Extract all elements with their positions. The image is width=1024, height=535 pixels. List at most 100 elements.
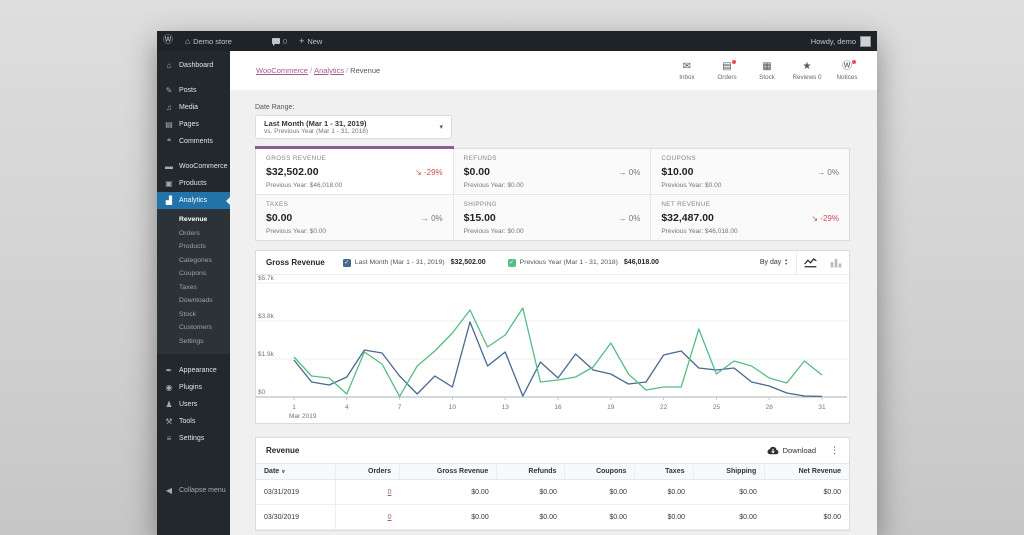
sidebar-item-analytics[interactable]: ▟Analytics <box>157 192 230 209</box>
svg-text:25: 25 <box>713 404 721 411</box>
submenu-item-revenue[interactable]: Revenue <box>157 213 230 227</box>
activity-panel: ✉Inbox▤Orders▦Stock★Reviews 0ⓌNotices <box>667 61 877 81</box>
tile-previous-value: Previous Year: $46,018.00 <box>266 182 443 189</box>
breadcrumb-analytics[interactable]: Analytics <box>314 66 344 75</box>
howdy-label[interactable]: Howdy, demo <box>811 37 856 46</box>
summary-tile-net-revenue[interactable]: NET REVENUE$32,487.00↘ -29%Previous Year… <box>651 195 849 240</box>
line-chart-toggle-button[interactable] <box>797 251 823 275</box>
users-icon: ♟ <box>163 400 175 409</box>
legend-checkbox-icon[interactable]: ✓ <box>343 259 351 267</box>
submenu-item-products[interactable]: Products <box>157 240 230 254</box>
site-name-link[interactable]: ⌂ Demo store <box>179 31 238 51</box>
submenu-item-taxes[interactable]: Taxes <box>157 281 230 295</box>
orders-count-link[interactable]: 0 <box>388 514 392 521</box>
sidebar-item-comments[interactable]: ❝Comments <box>157 133 230 150</box>
tile-label: REFUNDS <box>464 155 641 162</box>
summary-tile-shipping[interactable]: SHIPPING$15.00→ 0%Previous Year: $0.00 <box>454 195 652 240</box>
column-header-shipping[interactable]: Shipping <box>693 464 765 480</box>
submenu-item-orders[interactable]: Orders <box>157 227 230 241</box>
reviews-icon: ★ <box>803 61 812 73</box>
legend-item[interactable]: ✓Previous Year (Mar 1 - 31, 2018)$46,018… <box>508 259 659 267</box>
cell-amount: $0.00 <box>565 505 635 530</box>
submenu-item-stock[interactable]: Stock <box>157 308 230 322</box>
wordpress-logo-icon: Ⓦ <box>163 36 173 46</box>
sidebar-item-tools[interactable]: ⚒ Tools <box>157 413 230 430</box>
sidebar-item-woocommerce[interactable]: ▬WooCommerce <box>157 158 230 175</box>
svg-text:Mar 2019: Mar 2019 <box>289 413 317 420</box>
orders-count-link[interactable]: 0 <box>388 489 392 496</box>
interval-select[interactable]: By day ▲▼ <box>752 259 796 266</box>
cell-orders: 0 <box>335 505 399 530</box>
summary-tile-refunds[interactable]: REFUNDS$0.00→ 0%Previous Year: $0.00 <box>454 149 652 195</box>
bar-chart-toggle-button[interactable] <box>823 251 849 275</box>
activity-tab-label: Orders <box>717 74 736 81</box>
comment-bubble-icon <box>272 38 280 44</box>
plus-icon: + <box>299 36 304 46</box>
breadcrumb-revenue: Revenue <box>350 66 380 75</box>
sidebar-item-posts[interactable]: ✎Posts <box>157 82 230 99</box>
tile-value: $10.00 <box>661 166 693 178</box>
summary-tile-taxes[interactable]: TAXES$0.00→ 0%Previous Year: $0.00 <box>256 195 454 240</box>
breadcrumb: WooCommerce/Analytics/Revenue <box>230 66 380 75</box>
sidebar-item-label: Comments <box>179 138 213 145</box>
column-header-coupons[interactable]: Coupons <box>565 464 635 480</box>
activity-tab-orders[interactable]: ▤Orders <box>707 61 747 81</box>
chart-svg: $0$1.9k$3.8k$5.7k1471013161922252831Mar … <box>256 275 847 423</box>
sidebar-item-dashboard[interactable]: ⌂Dashboard <box>157 57 230 74</box>
date-range-secondary: vs. Previous Year (Mar 1 - 31, 2018) <box>264 128 439 135</box>
user-avatar[interactable] <box>860 36 871 47</box>
sidebar-item-pages[interactable]: ▤Pages <box>157 116 230 133</box>
submenu-item-coupons[interactable]: Coupons <box>157 267 230 281</box>
sidebar-item-users[interactable]: ♟Users <box>157 396 230 413</box>
cell-date: 03/31/2019 <box>256 480 335 505</box>
wp-admin-bar: Ⓦ ⌂ Demo store 0 + New Howdy, demo <box>157 31 877 51</box>
column-header-net-revenue[interactable]: Net Revenue <box>765 464 849 480</box>
comments-shortcut[interactable]: 0 <box>266 31 293 51</box>
legend-checkbox-icon[interactable]: ✓ <box>508 259 516 267</box>
column-header-orders[interactable]: Orders <box>335 464 399 480</box>
breadcrumb-woocommerce[interactable]: WooCommerce <box>256 66 308 75</box>
sidebar-item-label: Tools <box>179 418 195 425</box>
sidebar-item-plugins[interactable]: ◉Plugins <box>157 379 230 396</box>
submenu-item-downloads[interactable]: Downloads <box>157 294 230 308</box>
legend-item[interactable]: ✓Last Month (Mar 1 - 31, 2019)$32,502.00 <box>343 259 486 267</box>
media-icon: ♫ <box>163 103 175 112</box>
cell-amount: $0.00 <box>497 505 565 530</box>
sidebar-item-media[interactable]: ♫Media <box>157 99 230 116</box>
table-row: 03/31/20190$0.00$0.00$0.00$0.00$0.00$0.0… <box>256 480 849 505</box>
column-header-refunds[interactable]: Refunds <box>497 464 565 480</box>
dashboard-icon: ⌂ <box>163 61 175 70</box>
summary-tile-gross-revenue[interactable]: GROSS REVENUE$32,502.00↘ -29%Previous Ye… <box>256 149 454 195</box>
submenu-item-settings[interactable]: Settings <box>157 335 230 349</box>
activity-tab-inbox[interactable]: ✉Inbox <box>667 61 707 81</box>
column-header-date[interactable]: Date ∨ <box>256 464 335 480</box>
sidebar-item-label: Analytics <box>179 197 207 204</box>
activity-tab-label: Notices <box>837 74 858 81</box>
date-range-dropdown[interactable]: Last Month (Mar 1 - 31, 2019) vs. Previo… <box>255 115 452 139</box>
download-button[interactable]: Download <box>767 446 816 455</box>
sidebar-item-settings[interactable]: ≡Settings <box>157 430 230 447</box>
sidebar-item-products[interactable]: ▣Products <box>157 175 230 192</box>
chart-title: Gross Revenue <box>266 258 325 267</box>
submenu-item-customers[interactable]: Customers <box>157 321 230 335</box>
new-content-button[interactable]: + New <box>293 31 328 51</box>
sidebar-item-label: Products <box>179 180 207 187</box>
column-header-taxes[interactable]: Taxes <box>635 464 693 480</box>
wp-logo-menu[interactable]: Ⓦ <box>157 31 179 51</box>
svg-text:28: 28 <box>766 404 774 411</box>
tile-trend: ↘ -29% <box>811 214 839 223</box>
line-chart-icon <box>804 257 817 268</box>
activity-tab-reviews[interactable]: ★Reviews 0 <box>787 61 827 81</box>
woocommerce-icon: ▬ <box>163 162 175 171</box>
column-header-gross-revenue[interactable]: Gross Revenue <box>399 464 496 480</box>
collapse-menu-button[interactable]: ◀Collapse menu <box>157 482 230 499</box>
tile-value: $32,502.00 <box>266 166 319 178</box>
ellipsis-menu-icon[interactable]: ⋮ <box>816 445 839 456</box>
tools-icon: ⚒ <box>163 417 175 426</box>
summary-tile-coupons[interactable]: COUPONS$10.00→ 0%Previous Year: $0.00 <box>651 149 849 195</box>
sidebar-item-appearance[interactable]: ✒Appearance <box>157 362 230 379</box>
activity-tab-stock[interactable]: ▦Stock <box>747 61 787 81</box>
tile-previous-value: Previous Year: $0.00 <box>464 182 641 189</box>
activity-tab-notices[interactable]: ⓌNotices <box>827 61 867 81</box>
submenu-item-categories[interactable]: Categories <box>157 254 230 268</box>
